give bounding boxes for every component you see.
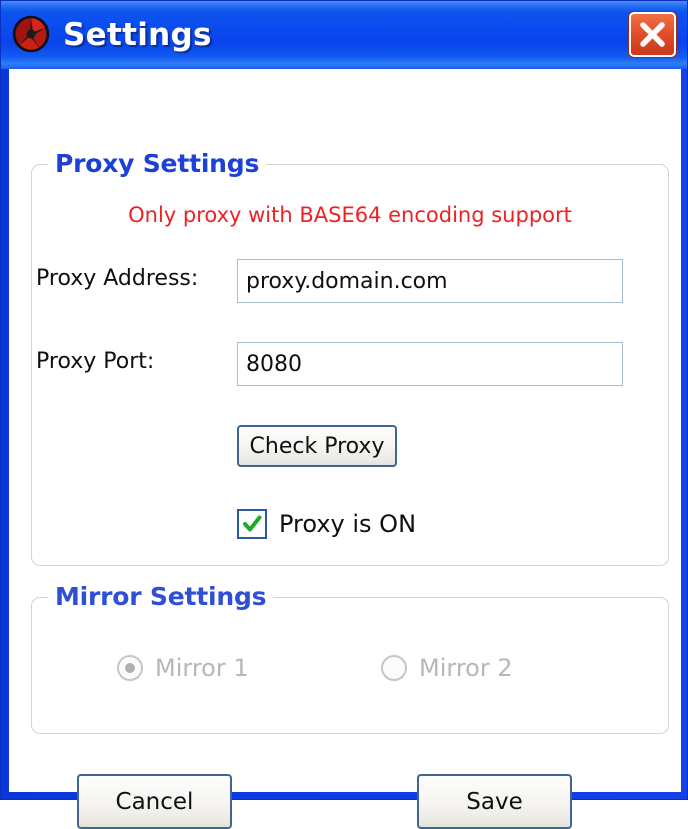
mirror-1-radio: Mirror 1 <box>117 654 249 682</box>
proxy-port-input[interactable] <box>237 342 623 386</box>
mirror-settings-title: Mirror Settings <box>48 582 274 611</box>
cancel-button[interactable]: Cancel <box>77 774 232 829</box>
app-logo-icon <box>11 14 51 54</box>
proxy-address-label: Proxy Address: <box>36 266 199 291</box>
proxy-on-label: Proxy is ON <box>279 510 417 538</box>
proxy-on-checkbox[interactable]: Proxy is ON <box>237 509 416 539</box>
dialog-body: Proxy Settings Only proxy with BASE64 en… <box>9 69 681 829</box>
radio-circle-empty <box>381 655 407 681</box>
checkmark-icon <box>243 515 262 532</box>
mirror-2-label: Mirror 2 <box>419 654 513 682</box>
radio-circle-selected <box>117 655 143 681</box>
checkbox-box[interactable] <box>237 509 267 539</box>
settings-window: Settings Proxy Settings Only proxy with … <box>0 0 688 829</box>
radio-dot <box>125 663 135 673</box>
proxy-address-input[interactable] <box>237 259 623 303</box>
mirror-1-label: Mirror 1 <box>155 654 249 682</box>
title-bar[interactable]: Settings <box>1 1 687 69</box>
mirror-2-radio: Mirror 2 <box>381 654 513 682</box>
save-button[interactable]: Save <box>417 774 572 829</box>
check-proxy-button[interactable]: Check Proxy <box>237 425 397 467</box>
window-title: Settings <box>63 17 212 53</box>
proxy-settings-title: Proxy Settings <box>48 149 267 178</box>
close-icon[interactable] <box>629 12 676 57</box>
proxy-port-label: Proxy Port: <box>36 349 155 374</box>
base64-warning-text: Only proxy with BASE64 encoding support <box>128 203 572 227</box>
